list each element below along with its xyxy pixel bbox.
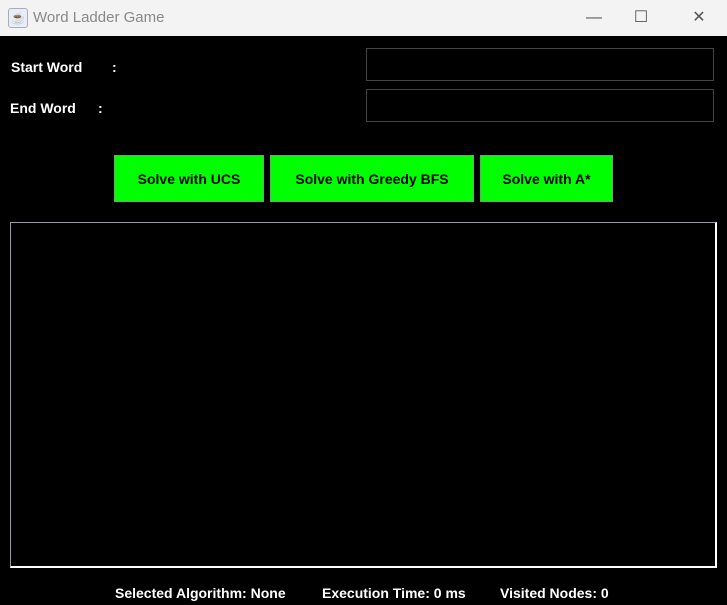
- window-title: Word Ladder Game: [33, 9, 165, 26]
- close-button[interactable]: ✕: [676, 4, 722, 32]
- end-word-input[interactable]: [366, 89, 714, 122]
- selected-algorithm-status: Selected Algorithm: None: [115, 585, 286, 601]
- visited-nodes-status: Visited Nodes: 0: [500, 585, 609, 601]
- result-output-area[interactable]: [10, 222, 717, 568]
- maximize-button[interactable]: ☐: [618, 4, 664, 32]
- start-word-label: Start Word: [11, 59, 83, 75]
- start-word-input[interactable]: [366, 48, 714, 81]
- solve-ucs-button[interactable]: Solve with UCS: [114, 155, 264, 202]
- execution-time-status: Execution Time: 0 ms: [322, 585, 466, 601]
- title-bar: ☕ Word Ladder Game — ☐ ✕: [0, 0, 727, 36]
- solve-greedy-bfs-button[interactable]: Solve with Greedy BFS: [270, 155, 474, 202]
- minimize-button[interactable]: —: [571, 4, 617, 32]
- start-word-colon: :: [112, 59, 117, 75]
- end-word-colon: :: [98, 100, 103, 116]
- solve-astar-button[interactable]: Solve with A*: [480, 155, 613, 202]
- java-icon: ☕: [8, 8, 28, 28]
- end-word-label: End Word: [10, 100, 76, 116]
